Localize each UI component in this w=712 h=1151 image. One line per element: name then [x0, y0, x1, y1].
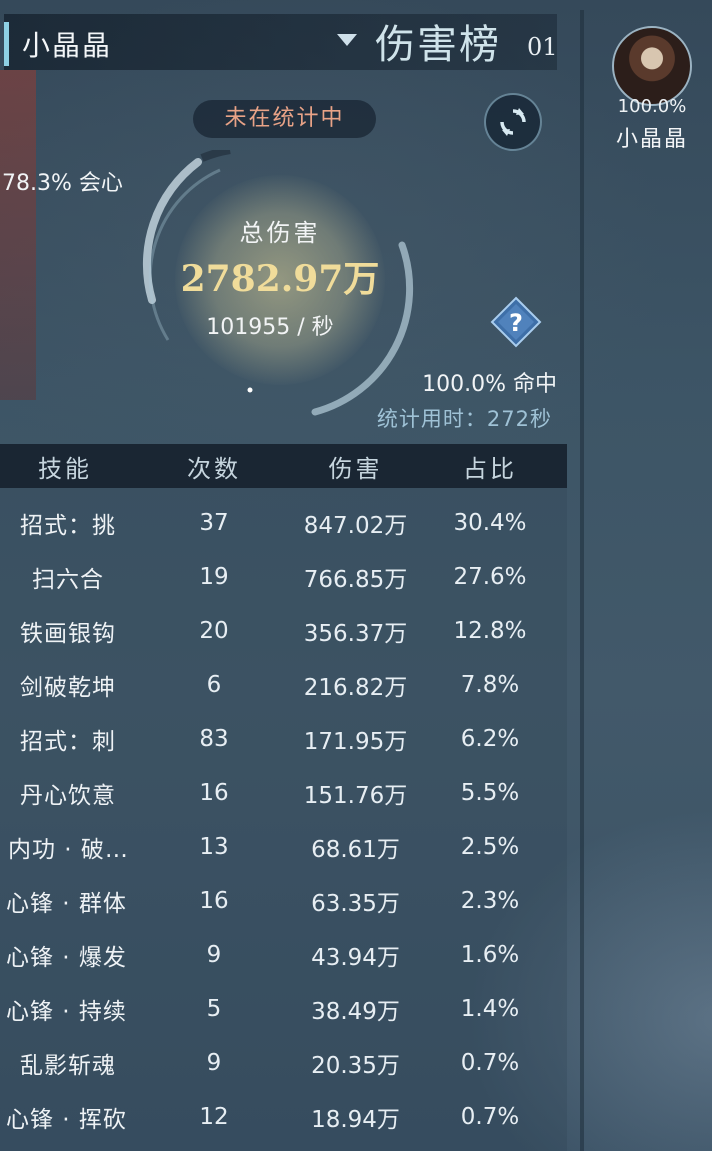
header-accent: [4, 22, 9, 66]
total-damage-label: 总伤害: [239, 219, 321, 247]
skill-count: 12: [199, 1104, 229, 1130]
player-name[interactable]: 小晶晶: [598, 121, 706, 153]
table-row[interactable]: 丹心饮意 16 151.76万 5.5%: [0, 766, 567, 820]
skill-percent: 6.2%: [460, 726, 520, 752]
stat-duration: 统计用时：272秒: [376, 407, 552, 431]
table-row[interactable]: 内功 · 破… 13 68.61万 2.5%: [0, 820, 567, 874]
total-damage-value: 2782.97万: [180, 258, 380, 300]
skill-count: 16: [199, 888, 229, 914]
skill-name: 扫六合: [32, 567, 104, 593]
skill-damage: 847.02万: [303, 513, 408, 539]
skill-damage: 216.82万: [303, 675, 408, 701]
svg-text:?: ?: [509, 309, 523, 337]
refresh-icon: [500, 108, 526, 136]
table-row[interactable]: 招式：刺 83 171.95万 6.2%: [0, 712, 567, 766]
skill-name: 心锋 · 爆发: [6, 945, 127, 971]
skill-name: 铁画银钩: [20, 621, 116, 647]
board-title[interactable]: 伤害榜: [375, 12, 501, 70]
table-row[interactable]: 心锋 · 持续 5 38.49万 1.4%: [0, 982, 567, 1036]
skill-percent: 1.4%: [460, 996, 520, 1022]
player-select[interactable]: 小晶晶: [22, 24, 112, 64]
skill-damage: 20.35万: [311, 1053, 400, 1079]
skill-percent: 5.5%: [460, 780, 520, 806]
header-percent[interactable]: 占比: [413, 449, 567, 484]
player-damage-percent: 100.0%: [617, 96, 687, 117]
skill-damage: 68.61万: [311, 837, 400, 863]
skill-percent: 1.6%: [460, 942, 520, 968]
table-header: 技能 次数 伤害 占比: [0, 444, 567, 488]
skill-percent: 2.5%: [460, 834, 520, 860]
hit-rate: 100.0% 命中: [422, 372, 557, 397]
skill-name: 心锋 · 持续: [6, 999, 127, 1025]
board-number: 01: [527, 33, 558, 61]
table-row[interactable]: 铁画银钩 20 356.37万 12.8%: [0, 604, 567, 658]
skill-count: 16: [199, 780, 229, 806]
avatar[interactable]: [612, 26, 692, 106]
skill-table-body: 招式：挑 37 847.02万 30.4% 扫六合 19 766.85万 27.…: [0, 496, 567, 1144]
skill-count: 9: [206, 1050, 222, 1076]
skill-count: 19: [199, 564, 229, 590]
skill-percent: 0.7%: [460, 1050, 520, 1076]
question-diamond-icon[interactable]: ?: [490, 296, 542, 348]
table-row[interactable]: 乱影斩魂 9 20.35万 0.7%: [0, 1036, 567, 1090]
skill-name: 剑破乾坤: [20, 675, 116, 701]
skill-damage: 63.35万: [311, 891, 400, 917]
skill-percent: 7.8%: [460, 672, 520, 698]
skill-count: 83: [199, 726, 229, 752]
skill-damage: 766.85万: [303, 567, 408, 593]
skill-name: 心锋 · 挥砍: [6, 1107, 127, 1133]
skill-damage: 356.37万: [303, 621, 408, 647]
skill-damage: 43.94万: [311, 945, 400, 971]
skill-percent: 30.4%: [453, 510, 527, 536]
skill-percent: 12.8%: [453, 618, 527, 644]
crit-rate: 78.3% 会心: [2, 171, 123, 196]
skill-percent: 2.3%: [460, 888, 520, 914]
skill-count: 13: [199, 834, 229, 860]
skill-percent: 0.7%: [460, 1104, 520, 1130]
skill-count: 37: [199, 510, 229, 536]
table-row[interactable]: 剑破乾坤 6 216.82万 7.8%: [0, 658, 567, 712]
skill-damage: 171.95万: [303, 729, 408, 755]
dps-value: 101955 / 秒: [206, 315, 334, 340]
header-skill[interactable]: 技能: [0, 449, 130, 484]
table-row[interactable]: 招式：挑 37 847.02万 30.4%: [0, 496, 567, 550]
skill-count: 6: [206, 672, 222, 698]
skill-count: 5: [206, 996, 222, 1022]
skill-name: 心锋 · 群体: [6, 891, 127, 917]
skill-name: 内功 · 破…: [8, 837, 129, 863]
table-row[interactable]: 心锋 · 群体 16 63.35万 2.3%: [0, 874, 567, 928]
triangle-down-icon[interactable]: [337, 34, 357, 46]
table-row[interactable]: 扫六合 19 766.85万 27.6%: [0, 550, 567, 604]
panel-divider: [580, 10, 584, 1151]
skill-damage: 38.49万: [311, 999, 400, 1025]
header-count[interactable]: 次数: [130, 449, 298, 484]
skill-count: 20: [199, 618, 229, 644]
status-pill: 未在统计中: [193, 100, 376, 138]
skill-name: 乱影斩魂: [20, 1053, 116, 1079]
skill-name: 招式：刺: [20, 729, 116, 755]
skill-damage: 151.76万: [303, 783, 408, 809]
table-row[interactable]: 心锋 · 挥砍 12 18.94万 0.7%: [0, 1090, 567, 1144]
table-row[interactable]: 心锋 · 爆发 9 43.94万 1.6%: [0, 928, 567, 982]
skill-damage: 18.94万: [311, 1107, 400, 1133]
skill-name: 招式：挑: [20, 513, 116, 539]
skill-percent: 27.6%: [453, 564, 527, 590]
skill-name: 丹心饮意: [20, 783, 116, 809]
refresh-button[interactable]: [484, 93, 542, 151]
skill-count: 9: [206, 942, 222, 968]
header-damage[interactable]: 伤害: [298, 449, 413, 484]
